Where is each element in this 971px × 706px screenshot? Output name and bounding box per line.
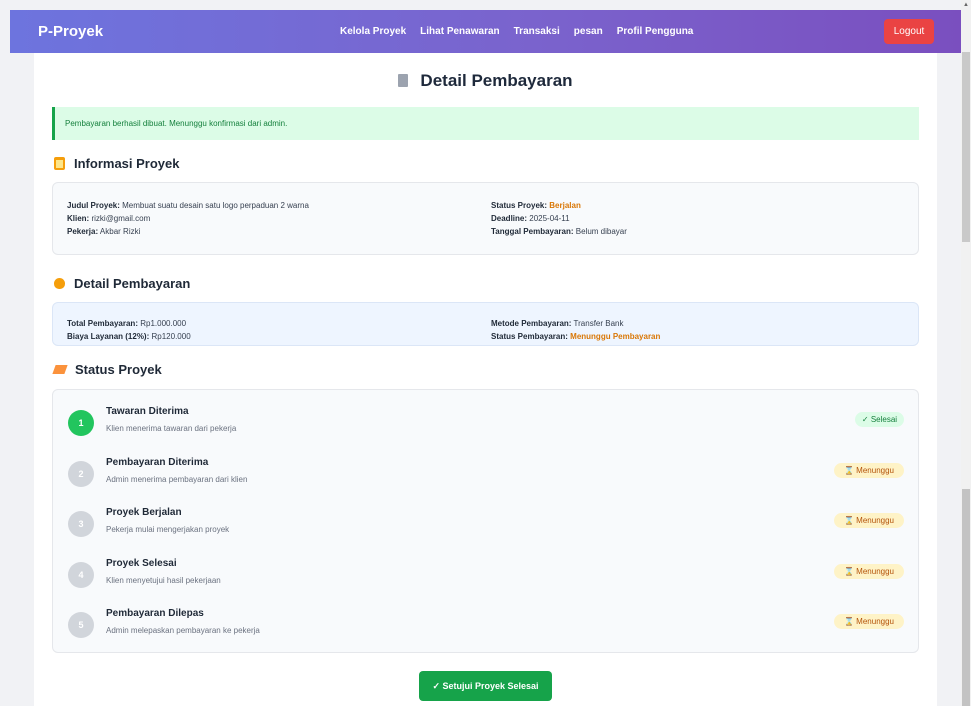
nav-transaksi[interactable]: Transaksi xyxy=(514,26,560,37)
step-title: Pembayaran Diterima xyxy=(106,457,209,468)
status-badge: ⌛ Menunggu xyxy=(834,463,904,478)
deadline-value: 2025-04-11 xyxy=(529,214,570,223)
status-step: 1 Tawaran Diterima Klien menerima tawara… xyxy=(68,406,904,446)
status-proyek-label: Status Proyek: xyxy=(491,201,548,210)
money-bag-icon xyxy=(54,278,65,289)
step-number: 3 xyxy=(68,511,94,537)
page-title-text: Detail Pembayaran xyxy=(420,71,573,90)
payment-detail-card: Detail Pembayaran Pembayaran berhasil di… xyxy=(34,53,937,706)
status-steps: 1 Tawaran Diterima Klien menerima tawara… xyxy=(52,389,919,653)
step-description: Klien menyetujui hasil pekerjaan xyxy=(106,576,221,585)
status-step: 3 Proyek Berjalan Pekerja mulai mengerja… xyxy=(68,507,904,547)
nav-kelola-proyek[interactable]: Kelola Proyek xyxy=(340,26,406,37)
status-pembayaran-value: Menunggu Pembayaran xyxy=(570,332,661,341)
nav-profil-pengguna[interactable]: Profil Pengguna xyxy=(617,26,694,37)
info-pekerja: Pekerja: Akbar Rizki xyxy=(67,227,140,236)
step-title: Pembayaran Dilepas xyxy=(106,608,204,619)
klien-value: rizki@gmail.com xyxy=(91,214,151,223)
info-metode: Metode Pembayaran: Transfer Bank xyxy=(491,319,624,328)
info-total: Total Pembayaran: Rp1.000.000 xyxy=(67,319,186,328)
step-description: Pekerja mulai mengerjakan proyek xyxy=(106,525,230,534)
status-badge: ⌛ Menunggu xyxy=(834,513,904,528)
step-description: Klien menerima tawaran dari pekerja xyxy=(106,424,237,433)
status-proyek-value: Berjalan xyxy=(549,201,581,210)
memo-icon xyxy=(52,365,68,374)
biaya-value: Rp120.000 xyxy=(151,332,191,341)
step-description: Admin melepaskan pembayaran ke pekerja xyxy=(106,626,260,635)
nav-links: Kelola Proyek Lihat Penawaran Transaksi … xyxy=(340,26,707,37)
info-judul: Judul Proyek: Membuat suatu desain satu … xyxy=(67,201,309,210)
pekerja-value: Akbar Rizki xyxy=(99,227,141,236)
page-title: Detail Pembayaran xyxy=(34,71,937,91)
nav-lihat-penawaran[interactable]: Lihat Penawaran xyxy=(420,26,499,37)
nav-pesan[interactable]: pesan xyxy=(574,26,603,37)
project-info-heading-text: Informasi Proyek xyxy=(74,156,180,171)
pekerja-label: Pekerja: xyxy=(67,227,99,236)
project-info-heading: Informasi Proyek xyxy=(54,156,180,171)
judul-label: Judul Proyek: xyxy=(67,201,120,210)
scrollbar-track-segment xyxy=(962,52,970,242)
step-title: Proyek Berjalan xyxy=(106,507,182,518)
info-status-proyek: Status Proyek: Berjalan xyxy=(491,201,581,210)
status-badge: ✓ Selesai xyxy=(855,412,904,427)
status-badge: ⌛ Menunggu xyxy=(834,614,904,629)
payment-detail-heading-text: Detail Pembayaran xyxy=(74,276,191,291)
step-description: Admin menerima pembayaran dari klien xyxy=(106,475,248,484)
scroll-up-arrow-icon[interactable]: ▲ xyxy=(963,2,969,8)
status-pembayaran-label: Status Pembayaran: xyxy=(491,332,568,341)
status-step: 2 Pembayaran Diterima Admin menerima pem… xyxy=(68,457,904,497)
tanggal-label: Tanggal Pembayaran: xyxy=(491,227,574,236)
clipboard-icon xyxy=(54,157,65,170)
logout-button[interactable]: Logout xyxy=(884,19,934,44)
top-navbar: P-Proyek Kelola Proyek Lihat Penawaran T… xyxy=(10,10,961,53)
biaya-label: Biaya Layanan (12%): xyxy=(67,332,150,341)
total-label: Total Pembayaran: xyxy=(67,319,138,328)
brand-logo[interactable]: P-Proyek xyxy=(38,23,103,40)
info-tanggal-pembayaran: Tanggal Pembayaran: Belum dibayar xyxy=(491,227,627,236)
deadline-label: Deadline: xyxy=(491,214,528,223)
document-icon xyxy=(398,74,409,87)
metode-label: Metode Pembayaran: xyxy=(491,319,572,328)
project-info-box: Judul Proyek: Membuat suatu desain satu … xyxy=(52,182,919,255)
status-step: 5 Pembayaran Dilepas Admin melepaskan pe… xyxy=(68,608,904,648)
project-status-heading: Status Proyek xyxy=(52,362,162,377)
step-number: 2 xyxy=(68,461,94,487)
klien-label: Klien: xyxy=(67,214,90,223)
step-title: Tawaran Diterima xyxy=(106,406,189,417)
step-number: 5 xyxy=(68,612,94,638)
step-number: 4 xyxy=(68,562,94,588)
judul-value: Membuat suatu desain satu logo perpaduan… xyxy=(122,201,309,210)
step-title: Proyek Selesai xyxy=(106,558,177,569)
status-badge: ⌛ Menunggu xyxy=(834,564,904,579)
payment-detail-box: Total Pembayaran: Rp1.000.000 Biaya Laya… xyxy=(52,302,919,346)
info-deadline: Deadline: 2025-04-11 xyxy=(491,214,570,223)
tanggal-value: Belum dibayar xyxy=(575,227,627,236)
total-value: Rp1.000.000 xyxy=(140,319,187,328)
metode-value: Transfer Bank xyxy=(573,319,624,328)
success-alert: Pembayaran berhasil dibuat. Menunggu kon… xyxy=(52,107,919,140)
info-status-pembayaran: Status Pembayaran: Menunggu Pembayaran xyxy=(491,332,660,341)
info-klien: Klien: rizki@gmail.com xyxy=(67,214,150,223)
approve-project-button[interactable]: ✓ Setujui Proyek Selesai xyxy=(419,671,552,701)
page-scrollbar[interactable]: ▲ xyxy=(961,0,971,706)
info-biaya: Biaya Layanan (12%): Rp120.000 xyxy=(67,332,191,341)
payment-detail-heading: Detail Pembayaran xyxy=(54,276,190,291)
project-status-heading-text: Status Proyek xyxy=(75,362,162,377)
step-number: 1 xyxy=(68,410,94,436)
status-step: 4 Proyek Selesai Klien menyetujui hasil … xyxy=(68,558,904,598)
scrollbar-thumb[interactable] xyxy=(962,489,970,706)
